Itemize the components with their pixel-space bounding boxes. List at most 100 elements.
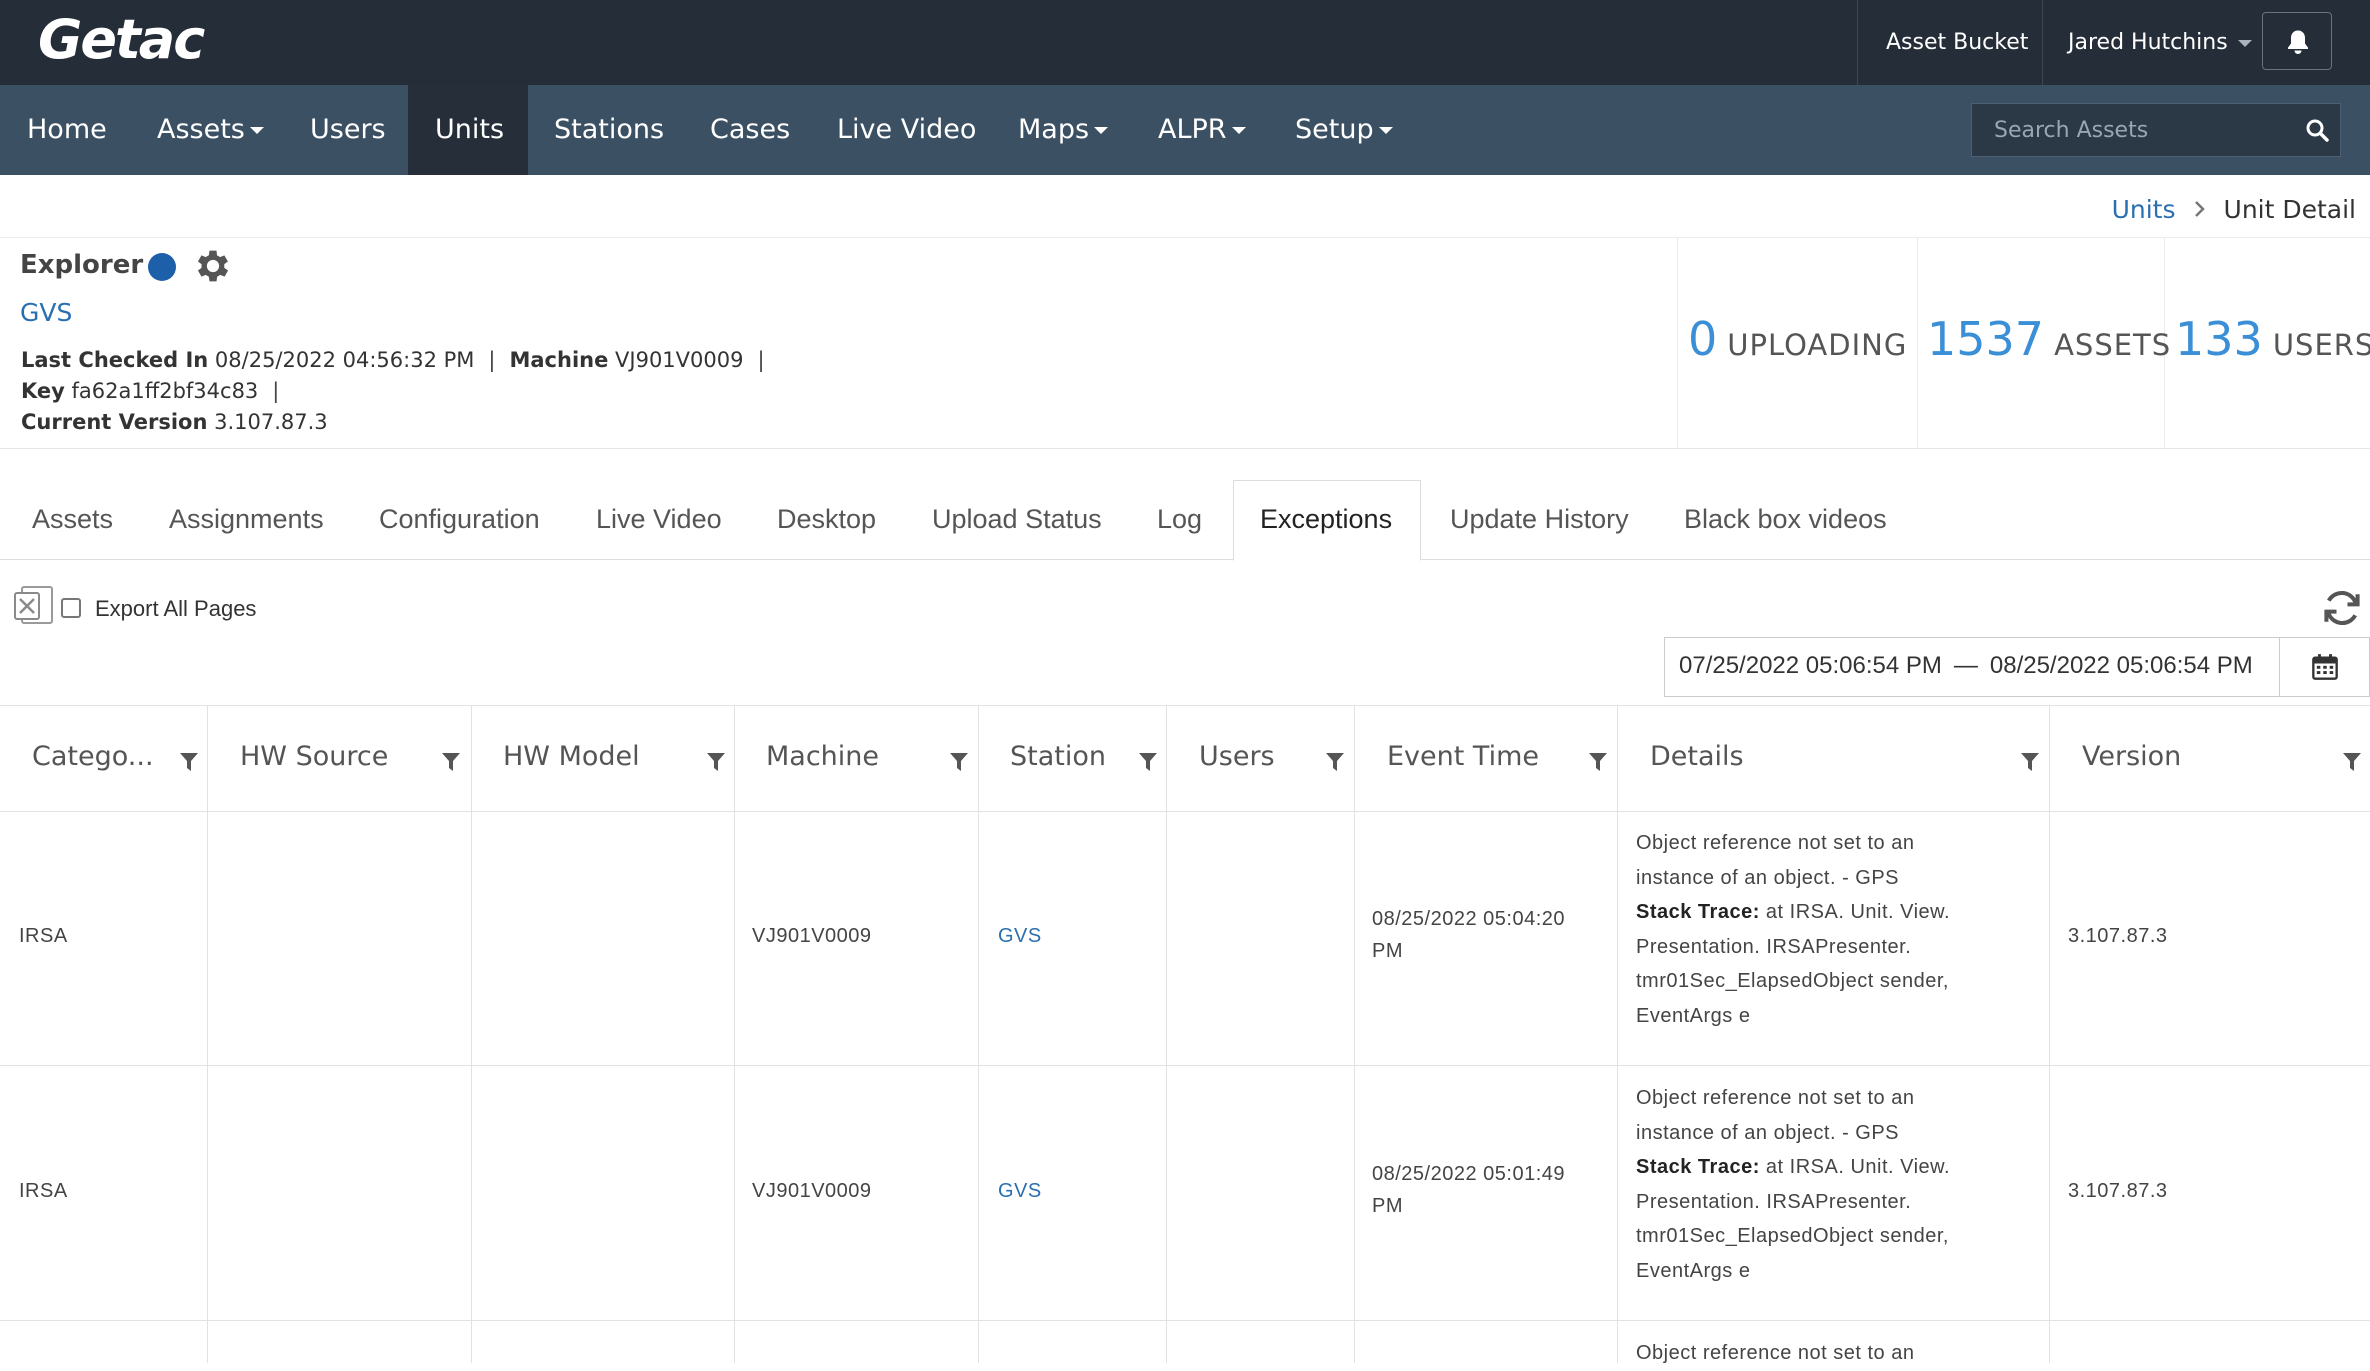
cell-version: 3.107.87.3 — [2068, 1180, 2168, 1202]
col-header-category[interactable]: Catego... — [32, 741, 154, 772]
date-range-picker[interactable]: 07/25/2022 05:06:54 PM — 08/25/2022 05:06:… — [1664, 637, 2370, 697]
calendar-button[interactable] — [2279, 638, 2370, 696]
divider — [0, 448, 2370, 449]
last-checked-in-value: 08/25/2022 04:56:32 PM — [214, 348, 475, 372]
date-separator: — — [1953, 652, 1978, 679]
details-line: EventArgs e — [1636, 1259, 1751, 1282]
nav-live-video[interactable]: Live Video — [837, 85, 976, 175]
cell-event-time: 08/25/2022 05:04:20 PM — [1372, 903, 1565, 967]
col-header-hw-source[interactable]: HW Source — [240, 741, 388, 772]
search-button[interactable] — [2292, 104, 2342, 156]
tab-assignments[interactable]: Assignments — [169, 504, 324, 535]
stat-value: 1537 — [1927, 312, 2045, 366]
export-all-checkbox[interactable] — [61, 598, 81, 618]
event-time-date: 08/25/2022 05:01:49 — [1372, 1163, 1566, 1185]
unit-meta-line-3: Current Version 3.107.87.3 — [21, 410, 328, 434]
caret-down-icon — [1094, 127, 1109, 134]
divider — [0, 237, 2370, 238]
col-header-details[interactable]: Details — [1650, 741, 1744, 772]
col-header-version[interactable]: Version — [2082, 741, 2181, 772]
stack-trace-label: Stack Trace: — [1636, 901, 1760, 923]
cell-station-link[interactable]: GVS — [998, 1180, 1042, 1203]
filter-icon[interactable] — [2342, 751, 2362, 773]
tab-black-box-videos[interactable]: Black box videos — [1684, 504, 1887, 535]
details-line: Object reference not set to an — [1636, 1087, 1915, 1109]
tab-upload-status[interactable]: Upload Status — [932, 504, 1102, 535]
nav-home[interactable]: Home — [27, 85, 107, 175]
top-bar: Getac Asset Bucket Jared Hutchins — [0, 0, 2370, 85]
tab-configuration[interactable]: Configuration — [379, 504, 540, 535]
unit-station-link[interactable]: GVS — [20, 298, 72, 327]
nav-cases[interactable]: Cases — [710, 85, 790, 175]
tab-desktop[interactable]: Desktop — [777, 504, 876, 535]
stat-uploading[interactable]: 0 UPLOADING — [1688, 312, 1907, 366]
cell-event-time: 08/25/2022 05:01:49 PM — [1372, 1158, 1565, 1222]
asset-bucket-link[interactable]: Asset Bucket — [1886, 0, 2028, 85]
col-header-station[interactable]: Station — [1010, 741, 1106, 772]
excel-export-icon[interactable] — [13, 585, 55, 627]
grid-line — [2049, 705, 2050, 1363]
filter-icon[interactable] — [1588, 751, 1608, 773]
cell-machine: VJ901V0009 — [752, 1180, 872, 1202]
col-header-users[interactable]: Users — [1199, 741, 1275, 772]
nav-setup[interactable]: Setup — [1295, 85, 1393, 175]
getac-logo[interactable]: Getac — [38, 8, 205, 71]
col-header-machine[interactable]: Machine — [766, 741, 879, 772]
grid-line — [1166, 705, 1167, 1363]
filter-icon[interactable] — [706, 751, 726, 773]
details-line: Object reference not set to an — [1636, 1342, 1915, 1364]
stat-label: USERS — [2272, 328, 2370, 362]
filter-icon[interactable] — [441, 751, 461, 773]
stat-value: 0 — [1688, 312, 1718, 366]
current-version-value: 3.107.87.3 — [214, 410, 328, 434]
meta-separator: | — [757, 348, 765, 372]
event-time-date: 08/25/2022 05:04:20 — [1372, 908, 1566, 930]
main-nav: Home Assets Users Units Stations Cases L… — [0, 85, 2370, 175]
breadcrumb-units-link[interactable]: Units — [2112, 195, 2176, 224]
details-line: tmr01Sec_ElapsedObject sender, — [1636, 970, 1949, 992]
caret-down-icon — [1378, 127, 1393, 134]
status-dot — [148, 253, 176, 281]
tab-log[interactable]: Log — [1157, 504, 1202, 535]
tab-assets[interactable]: Assets — [32, 504, 113, 535]
stat-divider — [1917, 238, 1918, 448]
tab-live-video[interactable]: Live Video — [596, 504, 722, 535]
search-input[interactable] — [1972, 104, 2292, 156]
grid-line — [0, 1320, 2370, 1321]
nav-maps[interactable]: Maps — [1018, 85, 1109, 175]
tab-exceptions[interactable]: Exceptions — [1260, 504, 1392, 535]
nav-alpr[interactable]: ALPR — [1158, 85, 1246, 175]
filter-icon[interactable] — [1138, 751, 1158, 773]
tab-update-history[interactable]: Update History — [1450, 504, 1629, 535]
stat-users[interactable]: 133 USERS — [2175, 312, 2370, 366]
nav-stations[interactable]: Stations — [554, 85, 664, 175]
gear-icon[interactable] — [192, 245, 234, 287]
col-header-hw-model[interactable]: HW Model — [503, 741, 640, 772]
nav-users[interactable]: Users — [310, 85, 386, 175]
export-all-label[interactable]: Export All Pages — [95, 596, 256, 622]
filter-icon[interactable] — [2020, 751, 2040, 773]
filter-icon[interactable] — [179, 751, 199, 773]
grid-line — [207, 705, 208, 1363]
refresh-icon[interactable] — [2320, 586, 2364, 630]
machine-label: Machine — [509, 348, 609, 372]
filter-icon[interactable] — [1325, 751, 1345, 773]
cell-station-link[interactable]: GVS — [998, 925, 1042, 948]
nav-assets[interactable]: Assets — [157, 85, 264, 175]
topbar-divider — [1857, 0, 1858, 85]
filter-icon[interactable] — [949, 751, 969, 773]
details-text: at IRSA. Unit. View. — [1759, 1156, 1951, 1178]
nav-setup-label: Setup — [1295, 114, 1374, 145]
grid-line — [978, 705, 979, 1363]
user-menu[interactable]: Jared Hutchins — [2068, 0, 2252, 85]
stat-assets[interactable]: 1537 ASSETS — [1927, 312, 2171, 366]
grid-line — [1617, 705, 1618, 1363]
caret-down-icon — [249, 127, 264, 134]
breadcrumb: Units Unit Detail — [2112, 195, 2356, 224]
unit-meta-line-1: Last Checked In 08/25/2022 04:56:32 PM | M… — [21, 348, 779, 372]
col-header-event-time[interactable]: Event Time — [1387, 741, 1539, 772]
event-time-ampm: PM — [1372, 940, 1403, 962]
notifications-button[interactable] — [2262, 12, 2332, 70]
details-line: Presentation. IRSAPresenter. — [1636, 1190, 1912, 1213]
nav-units[interactable]: Units — [435, 85, 504, 175]
